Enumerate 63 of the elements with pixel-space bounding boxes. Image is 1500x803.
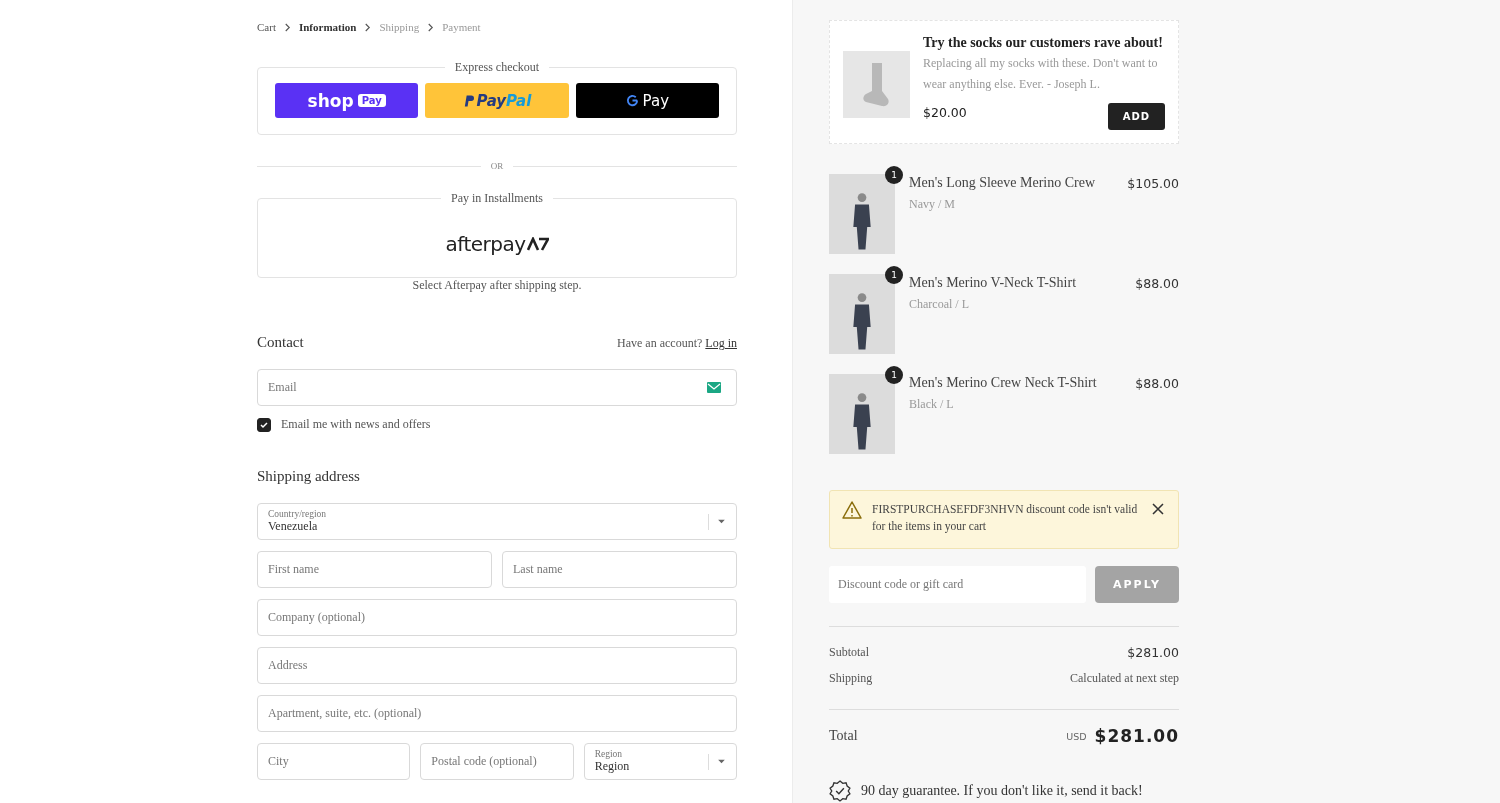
google-g-icon — [625, 94, 639, 107]
afterpay-logo: afterpay — [445, 232, 526, 256]
quantity-badge: 1 — [885, 266, 903, 284]
breadcrumb-link[interactable]: Cart — [257, 21, 276, 33]
total-label: Total — [829, 728, 858, 744]
input-field[interactable]: Last name — [502, 551, 737, 588]
product-variant: Navy / M — [909, 197, 956, 212]
subtotal-label: Subtotal — [829, 645, 869, 660]
chevron-right-icon — [283, 22, 291, 32]
product-name: Men's Long Sleeve Merino Crew — [909, 175, 1097, 191]
product-price: $88.00 — [1135, 275, 1179, 293]
input-field[interactable]: Postal code (optional) — [420, 743, 574, 780]
currency-code: USD — [1066, 730, 1087, 742]
paypal-button[interactable]: PayPal — [425, 83, 569, 118]
afterpay-arrows-icon — [526, 237, 549, 251]
subtotal-value: $281.00 — [1127, 645, 1179, 660]
input-field[interactable]: City — [257, 743, 411, 780]
installments-title: Pay in Installments — [450, 191, 544, 206]
quantity-badge: 1 — [885, 366, 903, 384]
input-field[interactable]: Company (optional) — [257, 599, 737, 636]
email-field[interactable]: Email — [257, 369, 737, 406]
select-field[interactable]: Country/region Venezuela — [257, 503, 737, 540]
shipping-address-heading: Shipping address — [257, 468, 361, 485]
select-field[interactable]: Region Region — [583, 743, 737, 780]
close-button[interactable] — [1150, 501, 1166, 517]
express-checkout-title: Express checkout — [453, 60, 541, 75]
upsell-quote: Replacing all my socks with these. Don't want to wear anything else. Ever. - Joseph L. — [923, 55, 1159, 93]
chevron-right-icon — [364, 22, 372, 32]
total-value: $281.00 — [1094, 726, 1179, 746]
input-field[interactable]: First name — [257, 551, 492, 588]
checkmark-icon — [259, 419, 269, 430]
dropdown-caret-icon — [717, 519, 726, 524]
shipping-value: Calculated at next step — [1070, 671, 1179, 686]
or-divider-text: OR — [490, 161, 504, 171]
product-name: Men's Merino V-Neck T-Shirt — [909, 275, 1078, 291]
warning-message: FIRSTPURCHASEFDF3NHVN discount code isn't valid for the items in your cart — [872, 502, 1139, 535]
upsell-title: Try the socks our customers rave about! — [923, 35, 1164, 51]
shipping-label: Shipping — [829, 671, 873, 686]
checkbox-label: Email me with news and offers — [281, 417, 431, 432]
account-prompt: Have an account? — [617, 336, 703, 350]
input-field[interactable]: Address — [257, 647, 737, 684]
checkbox[interactable] — [257, 417, 271, 432]
badge-check-icon — [829, 780, 851, 802]
guarantee-text: 90 day guarantee. If you don't like it, send it back! — [861, 783, 1143, 799]
product-name: Men's Merino Crew Neck T-Shirt — [909, 375, 1098, 391]
product-price: $88.00 — [1135, 375, 1179, 393]
warning-icon — [842, 501, 862, 519]
envelope-icon — [707, 382, 721, 393]
contact-heading: Contact — [257, 334, 304, 351]
dropdown-caret-icon — [717, 759, 726, 764]
product-variant: Charcoal / L — [909, 297, 970, 312]
upsell-price: $20.00 — [923, 105, 967, 120]
add-button[interactable]: ADD — [1107, 103, 1165, 130]
product-variant: Black / L — [909, 397, 955, 412]
login-link[interactable]: Log in — [705, 336, 737, 350]
shop-pay-button[interactable]: shop Pay — [275, 83, 419, 118]
input-field[interactable]: Apartment, suite, etc. (optional) — [257, 695, 737, 732]
quantity-badge: 1 — [885, 166, 903, 184]
paypal-p-icon — [462, 93, 474, 108]
google-pay-button[interactable]: Pay — [575, 83, 719, 118]
chevron-right-icon — [427, 22, 435, 32]
breadcrumb-link[interactable]: Information — [298, 21, 357, 33]
product-price: $105.00 — [1127, 175, 1179, 193]
